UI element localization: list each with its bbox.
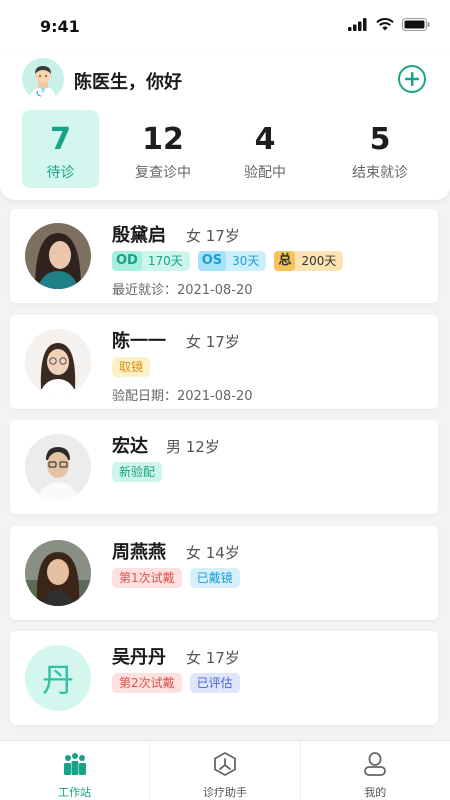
plus-icon	[405, 72, 419, 86]
status-tag: 取镜	[112, 357, 151, 377]
stat-label: 结束就诊	[352, 165, 408, 181]
total-value: 200天	[301, 254, 337, 268]
assistant-icon	[214, 752, 236, 776]
stat-fitting[interactable]: 4 验配中	[232, 110, 298, 188]
tab-label: 工作站	[58, 786, 92, 799]
header: 陈医生，你好 7 待诊 12 复查诊中 4 验配中 5 结束就诊	[0, 52, 450, 200]
tab-assistant[interactable]: 诊疗助手	[149, 741, 299, 800]
last-visit: 最近就诊：2021-08-20	[112, 283, 253, 298]
patient-meta: 女 14岁	[186, 544, 240, 562]
stat-label: 待诊	[46, 165, 75, 181]
stat-number: 7	[50, 122, 71, 157]
wifi-icon	[376, 18, 394, 31]
stats-row: 7 待诊 12 复查诊中 4 验配中 5 结束就诊	[22, 110, 432, 188]
doctor-avatar[interactable]	[22, 58, 64, 100]
patient-meta: 男 12岁	[166, 438, 220, 456]
patient-tags: 第1次试戴 已戴镜	[112, 568, 240, 588]
trial-tag: 第1次试戴	[112, 568, 182, 588]
patient-name: 宏达	[112, 436, 148, 457]
os-key: OS	[197, 251, 227, 271]
od-key: OD	[112, 251, 142, 271]
patient-meta: 女 17岁	[186, 333, 240, 351]
greeting-text: 陈医生，你好	[74, 72, 182, 93]
letter-avatar: 丹	[25, 645, 91, 711]
status-tag: 已戴镜	[189, 568, 240, 588]
stat-label: 验配中	[244, 165, 286, 181]
patient-name: 陈一一	[112, 331, 166, 352]
trial-tag: 第2次试戴	[112, 673, 182, 693]
patient-tags: 第2次试戴 已评估	[112, 673, 240, 693]
patient-card[interactable]: 陈一一 女 17岁 取镜 验配日期：2021-08-20	[10, 315, 438, 409]
status-tag: 新验配	[112, 462, 163, 482]
status-bar: 9:41	[0, 0, 450, 52]
os-tag: OS 30天	[197, 251, 267, 271]
tab-workstation[interactable]: 工作站	[0, 741, 149, 800]
status-icons	[348, 18, 430, 31]
patient-photo	[25, 223, 91, 289]
profile-icon	[364, 752, 387, 776]
patient-name: 殷黛启	[112, 225, 166, 246]
os-value: 30天	[232, 254, 260, 268]
patient-photo	[25, 434, 91, 500]
fitting-date: 验配日期：2021-08-20	[112, 389, 253, 404]
stat-number: 12	[142, 122, 184, 157]
stat-waiting[interactable]: 7 待诊	[22, 110, 99, 188]
patient-card[interactable]: 殷黛启 女 17岁 OD 170天 OS 30天 总 200天 最近就诊：202…	[10, 209, 438, 303]
patient-meta: 女 17岁	[186, 649, 240, 667]
stat-recheck[interactable]: 12 复查诊中	[118, 110, 208, 188]
stat-finished[interactable]: 5 结束就诊	[338, 110, 422, 188]
patient-name: 周燕燕	[112, 542, 166, 563]
total-key: 总	[274, 251, 296, 271]
bottom-tab-bar: 工作站 诊疗助手 我的	[0, 740, 450, 800]
stat-number: 5	[369, 122, 391, 157]
od-tag: OD 170天	[112, 251, 190, 271]
status-time: 9:41	[40, 17, 80, 36]
patient-meta: 女 17岁	[186, 227, 240, 245]
patient-tags: 新验配	[112, 462, 163, 482]
tab-label: 诊疗助手	[202, 786, 247, 799]
patient-tags: OD 170天 OS 30天 总 200天	[112, 251, 344, 271]
signal-icon	[348, 18, 367, 31]
od-value: 170天	[147, 254, 183, 268]
patient-photo	[25, 540, 91, 606]
workstation-icon	[63, 753, 86, 775]
patient-card[interactable]: 周燕燕 女 14岁 第1次试戴 已戴镜	[10, 526, 438, 620]
stat-label: 复查诊中	[135, 165, 191, 181]
tab-profile[interactable]: 我的	[299, 741, 450, 800]
stat-number: 4	[254, 122, 276, 157]
patient-card[interactable]: 宏达 男 12岁 新验配	[10, 420, 438, 514]
patient-photo	[25, 329, 91, 395]
doctor-avatar-icon	[22, 58, 64, 100]
patient-name: 吴丹丹	[112, 647, 166, 668]
battery-icon	[402, 18, 430, 31]
patient-tags: 取镜	[112, 357, 151, 377]
tab-label: 我的	[364, 786, 387, 799]
add-button[interactable]	[398, 65, 426, 93]
patient-card[interactable]: 丹 吴丹丹 女 17岁 第2次试戴 已评估	[10, 631, 438, 725]
status-tag: 已评估	[189, 673, 240, 693]
total-tag: 总 200天	[274, 251, 344, 271]
